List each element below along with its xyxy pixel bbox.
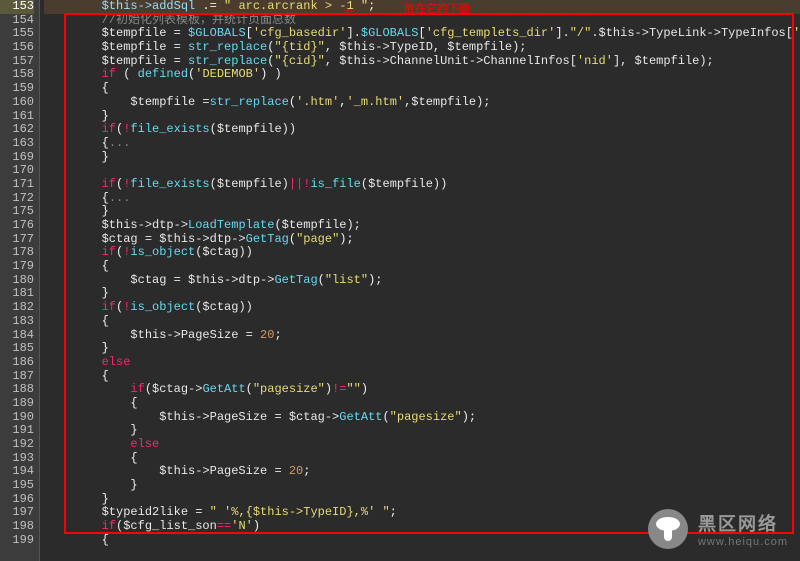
watermark-text: 黑区网络 www.heiqu.com bbox=[698, 510, 788, 548]
code-line: $tempfile = str_replace("{cid}", $this->… bbox=[44, 55, 800, 69]
code-line: { bbox=[44, 315, 800, 329]
line-number: 155 bbox=[0, 27, 34, 41]
code-line: { bbox=[44, 452, 800, 466]
line-number: 158 bbox=[0, 68, 34, 82]
line-number: 163 bbox=[0, 137, 34, 151]
line-number: 183 bbox=[0, 315, 34, 329]
code-line: else bbox=[44, 438, 800, 452]
code-line: if($ctag->GetAtt("pagesize")!="") bbox=[44, 383, 800, 397]
line-number: 196 bbox=[0, 493, 34, 507]
line-number: 189 bbox=[0, 397, 34, 411]
code-line: $tempfile =str_replace('.htm','_m.htm',$… bbox=[44, 96, 800, 110]
line-number: 198 bbox=[0, 520, 34, 534]
line-number: 160 bbox=[0, 96, 34, 110]
line-number: 169 bbox=[0, 151, 34, 165]
line-number: 177 bbox=[0, 233, 34, 247]
code-area[interactable]: $this->addSql .= " arc.arcrank > -1 "; /… bbox=[40, 0, 800, 561]
code-line: if(!is_object($ctag)) bbox=[44, 246, 800, 260]
code-line: if(!file_exists($tempfile)) bbox=[44, 123, 800, 137]
arrow-icon: ← bbox=[346, 2, 354, 18]
line-number: 176 bbox=[0, 219, 34, 233]
line-number: 162 bbox=[0, 123, 34, 137]
code-line: $this->PageSize = $ctag->GetAtt("pagesiz… bbox=[44, 411, 800, 425]
code-line: { bbox=[44, 260, 800, 274]
code-line: $ctag = $this->dtp->GetTag("page"); bbox=[44, 233, 800, 247]
code-line: if(!is_object($ctag)) bbox=[44, 301, 800, 315]
line-number: 197 bbox=[0, 506, 34, 520]
code-line: $this->PageSize = 20; bbox=[44, 329, 800, 343]
code-line: {... bbox=[44, 137, 800, 151]
line-number: 172 bbox=[0, 192, 34, 206]
line-number: 186 bbox=[0, 356, 34, 370]
code-line: } bbox=[44, 287, 800, 301]
line-number: 199 bbox=[0, 534, 34, 548]
line-number: 195 bbox=[0, 479, 34, 493]
code-line: } bbox=[44, 493, 800, 507]
line-number: 157 bbox=[0, 55, 34, 69]
line-number: 193 bbox=[0, 452, 34, 466]
line-number: 161 bbox=[0, 110, 34, 124]
line-number: 179 bbox=[0, 260, 34, 274]
code-line: $this->dtp->LoadTemplate($tempfile); bbox=[44, 219, 800, 233]
code-line: if(!file_exists($tempfile)||!is_file($te… bbox=[44, 178, 800, 192]
line-number: 153 bbox=[0, 0, 34, 14]
line-number: 178 bbox=[0, 246, 34, 260]
code-line: { bbox=[44, 82, 800, 96]
line-number: 188 bbox=[0, 383, 34, 397]
line-number: 194 bbox=[0, 465, 34, 479]
line-number: 187 bbox=[0, 370, 34, 384]
code-line: } bbox=[44, 205, 800, 219]
code-line: { bbox=[44, 370, 800, 384]
code-line: $tempfile = str_replace("{tid}", $this->… bbox=[44, 41, 800, 55]
code-line: if ( defined('DEDEMOB') ) bbox=[44, 68, 800, 82]
code-line: {... bbox=[44, 192, 800, 206]
line-number: 184 bbox=[0, 329, 34, 343]
code-line: $tempfile = $GLOBALS['cfg_basedir'].$GLO… bbox=[44, 27, 800, 41]
line-number: 192 bbox=[0, 438, 34, 452]
line-number: 175 bbox=[0, 205, 34, 219]
line-number: 181 bbox=[0, 287, 34, 301]
line-number: 156 bbox=[0, 41, 34, 55]
line-number: 191 bbox=[0, 424, 34, 438]
code-line: $ctag = $this->dtp->GetTag("list"); bbox=[44, 274, 800, 288]
code-line bbox=[44, 164, 800, 178]
code-line: { bbox=[44, 397, 800, 411]
line-number: 180 bbox=[0, 274, 34, 288]
annotation-text: 放在它的下面 bbox=[404, 0, 470, 16]
mushroom-icon bbox=[648, 509, 688, 549]
line-number: 182 bbox=[0, 301, 34, 315]
code-line: } bbox=[44, 110, 800, 124]
code-line: } bbox=[44, 151, 800, 165]
code-line: } bbox=[44, 342, 800, 356]
code-line: else bbox=[44, 356, 800, 370]
code-editor: 1531541551561571581591601611621631691701… bbox=[0, 0, 800, 561]
line-number: 185 bbox=[0, 342, 34, 356]
code-line: $this->PageSize = 20; bbox=[44, 465, 800, 479]
line-number: 159 bbox=[0, 82, 34, 96]
watermark: 黑区网络 www.heiqu.com bbox=[648, 509, 788, 549]
line-number: 154 bbox=[0, 14, 34, 28]
gutter: 1531541551561571581591601611621631691701… bbox=[0, 0, 40, 561]
code-line: } bbox=[44, 479, 800, 493]
line-number: 190 bbox=[0, 411, 34, 425]
code-line: } bbox=[44, 424, 800, 438]
line-number: 171 bbox=[0, 178, 34, 192]
line-number: 170 bbox=[0, 164, 34, 178]
